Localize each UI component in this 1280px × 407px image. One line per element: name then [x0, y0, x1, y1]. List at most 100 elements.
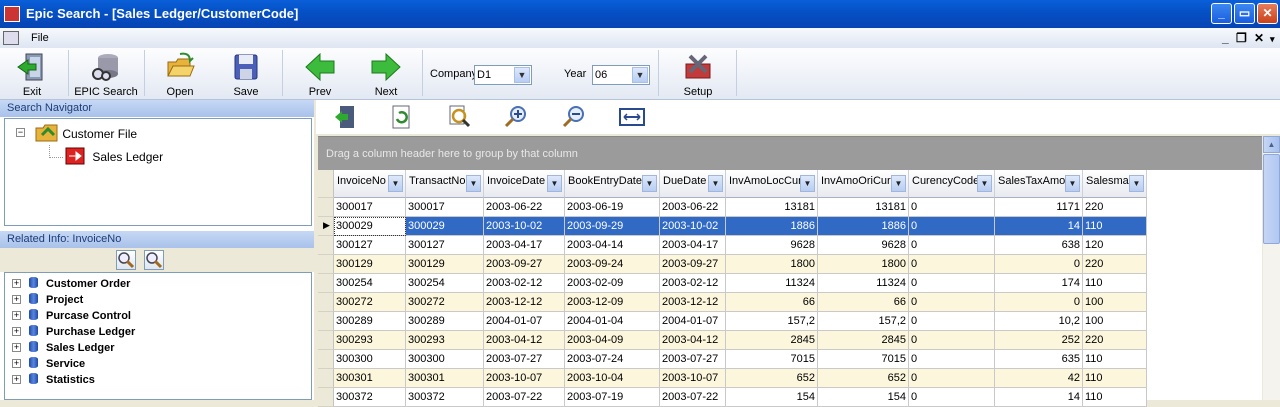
column-header[interactable]: BookEntryDate ▼ [565, 170, 660, 198]
epic-search-button[interactable]: EPIC Search [72, 50, 140, 98]
filter-dropdown-icon[interactable]: ▼ [1129, 175, 1144, 192]
grid-cell[interactable]: 0 [909, 274, 995, 293]
grid-cell[interactable]: 2003-06-22 [484, 198, 565, 217]
related-item[interactable]: Purcase Control [29, 309, 131, 322]
grid-cell[interactable]: 2003-07-22 [484, 388, 565, 407]
row-indicator[interactable] [318, 331, 334, 350]
expand-toggle[interactable]: + [12, 311, 21, 320]
tree-node-sales-ledger[interactable]: Sales Ledger [65, 147, 163, 165]
grid-cell[interactable]: 300272 [406, 293, 484, 312]
grid-cell[interactable]: 66 [818, 293, 909, 312]
close-button[interactable]: ✕ [1257, 3, 1278, 24]
grid-cell[interactable]: 100 [1083, 293, 1147, 312]
mdi-minimize-button[interactable]: _ [1222, 31, 1229, 45]
grid-cell[interactable]: 300300 [334, 350, 406, 369]
year-select[interactable]: 06 ▼ [592, 65, 650, 85]
grid-cell[interactable]: 11324 [818, 274, 909, 293]
grid-cell[interactable]: 42 [995, 369, 1083, 388]
grid-cell[interactable]: 110 [1083, 388, 1147, 407]
grid-cell[interactable]: 2003-06-19 [565, 198, 660, 217]
grid-cell[interactable]: 110 [1083, 274, 1147, 293]
row-indicator[interactable] [318, 274, 334, 293]
grid-cell[interactable]: 300300 [406, 350, 484, 369]
column-header[interactable]: SalesTaxAmo ▼ [995, 170, 1083, 198]
grid-cell[interactable]: 300129 [406, 255, 484, 274]
grid-cell[interactable]: 300301 [334, 369, 406, 388]
grid-cell[interactable]: 13181 [726, 198, 818, 217]
grid-cell[interactable]: 2004-01-07 [660, 312, 726, 331]
grid-cell[interactable]: 0 [909, 198, 995, 217]
row-indicator[interactable] [318, 369, 334, 388]
grid-cell[interactable]: 2003-07-27 [484, 350, 565, 369]
grid-cell[interactable]: 0 [995, 293, 1083, 312]
chevron-down-icon[interactable]: ▼ [514, 67, 530, 83]
prev-button[interactable]: Prev [290, 50, 350, 98]
exit-button[interactable]: Exit [2, 50, 62, 98]
grid-cell[interactable]: 2003-04-12 [484, 331, 565, 350]
grid-cell[interactable]: 2003-09-27 [660, 255, 726, 274]
chevron-down-icon[interactable]: ▾ [1270, 34, 1275, 45]
grid-cell[interactable]: 300272 [334, 293, 406, 312]
grid-cell[interactable]: 2003-02-09 [565, 274, 660, 293]
grid-cell[interactable]: 0 [909, 236, 995, 255]
grid-cell[interactable]: 2003-10-02 [660, 217, 726, 236]
grid-cell[interactable]: 652 [726, 369, 818, 388]
menu-file[interactable]: File [31, 32, 49, 44]
grid-cell[interactable]: 2003-04-09 [565, 331, 660, 350]
grid-cell[interactable]: 14 [995, 388, 1083, 407]
find-icon[interactable] [448, 105, 472, 129]
grid-cell[interactable]: 2003-09-24 [565, 255, 660, 274]
grid-cell[interactable]: 0 [909, 350, 995, 369]
grid-cell[interactable]: 2003-04-14 [565, 236, 660, 255]
expand-toggle[interactable]: + [12, 343, 21, 352]
next-button[interactable]: Next [356, 50, 416, 98]
grid-cell[interactable]: 2003-04-17 [660, 236, 726, 255]
grid-cell[interactable]: 0 [909, 331, 995, 350]
mdi-restore-button[interactable]: ❐ [1236, 31, 1247, 45]
mdi-close-button[interactable]: ✕ [1254, 31, 1264, 45]
column-header[interactable]: Salesman ▼ [1083, 170, 1147, 198]
grid-cell[interactable]: 14 [995, 217, 1083, 236]
grid-cell[interactable]: 2003-10-02 [484, 217, 565, 236]
grid-cell[interactable]: 300301 [406, 369, 484, 388]
grid-cell[interactable]: 2003-09-27 [484, 255, 565, 274]
filter-dropdown-icon[interactable]: ▼ [642, 175, 657, 192]
document-icon[interactable] [3, 31, 19, 45]
grid-cell[interactable]: 220 [1083, 255, 1147, 274]
row-indicator[interactable] [318, 312, 334, 331]
grid-cell[interactable]: 2003-07-22 [660, 388, 726, 407]
grid-cell[interactable]: 110 [1083, 350, 1147, 369]
grid-cell[interactable]: 7015 [726, 350, 818, 369]
grid-cell[interactable]: 120 [1083, 236, 1147, 255]
collapse-toggle[interactable]: − [16, 128, 25, 137]
grid-cell[interactable]: 2003-04-17 [484, 236, 565, 255]
row-indicator[interactable] [318, 350, 334, 369]
grid-cell[interactable]: 110 [1083, 217, 1147, 236]
grid-cell[interactable]: 157,2 [726, 312, 818, 331]
grid-cell[interactable]: 300293 [406, 331, 484, 350]
grid-cell[interactable]: 9628 [818, 236, 909, 255]
related-item[interactable]: Service [29, 357, 85, 370]
row-indicator[interactable] [318, 255, 334, 274]
grid-cell[interactable]: 638 [995, 236, 1083, 255]
save-button[interactable]: Save [216, 50, 276, 98]
setup-button[interactable]: Setup [668, 50, 728, 98]
filter-dropdown-icon[interactable]: ▼ [977, 175, 992, 192]
grid-cell[interactable]: 300029 [334, 217, 406, 236]
related-item[interactable]: Sales Ledger [29, 341, 114, 354]
grid-cell[interactable]: 9628 [726, 236, 818, 255]
open-button[interactable]: Open [150, 50, 210, 98]
grid-cell[interactable]: 300289 [334, 312, 406, 331]
filter-dropdown-icon[interactable]: ▼ [800, 175, 815, 192]
expand-toggle[interactable]: + [12, 279, 21, 288]
grid-cell[interactable]: 110 [1083, 369, 1147, 388]
tree-node-customer-file[interactable]: Customer File [35, 123, 137, 143]
grid-cell[interactable]: 652 [818, 369, 909, 388]
zoom-in-icon[interactable] [504, 105, 528, 129]
grid-cell[interactable]: 300293 [334, 331, 406, 350]
grid-cell[interactable]: 300289 [406, 312, 484, 331]
grid-cell[interactable]: 300029 [406, 217, 484, 236]
grid-cell[interactable]: 635 [995, 350, 1083, 369]
grid-cell[interactable]: 2003-10-07 [660, 369, 726, 388]
column-header[interactable]: InvoiceDate ▼ [484, 170, 565, 198]
